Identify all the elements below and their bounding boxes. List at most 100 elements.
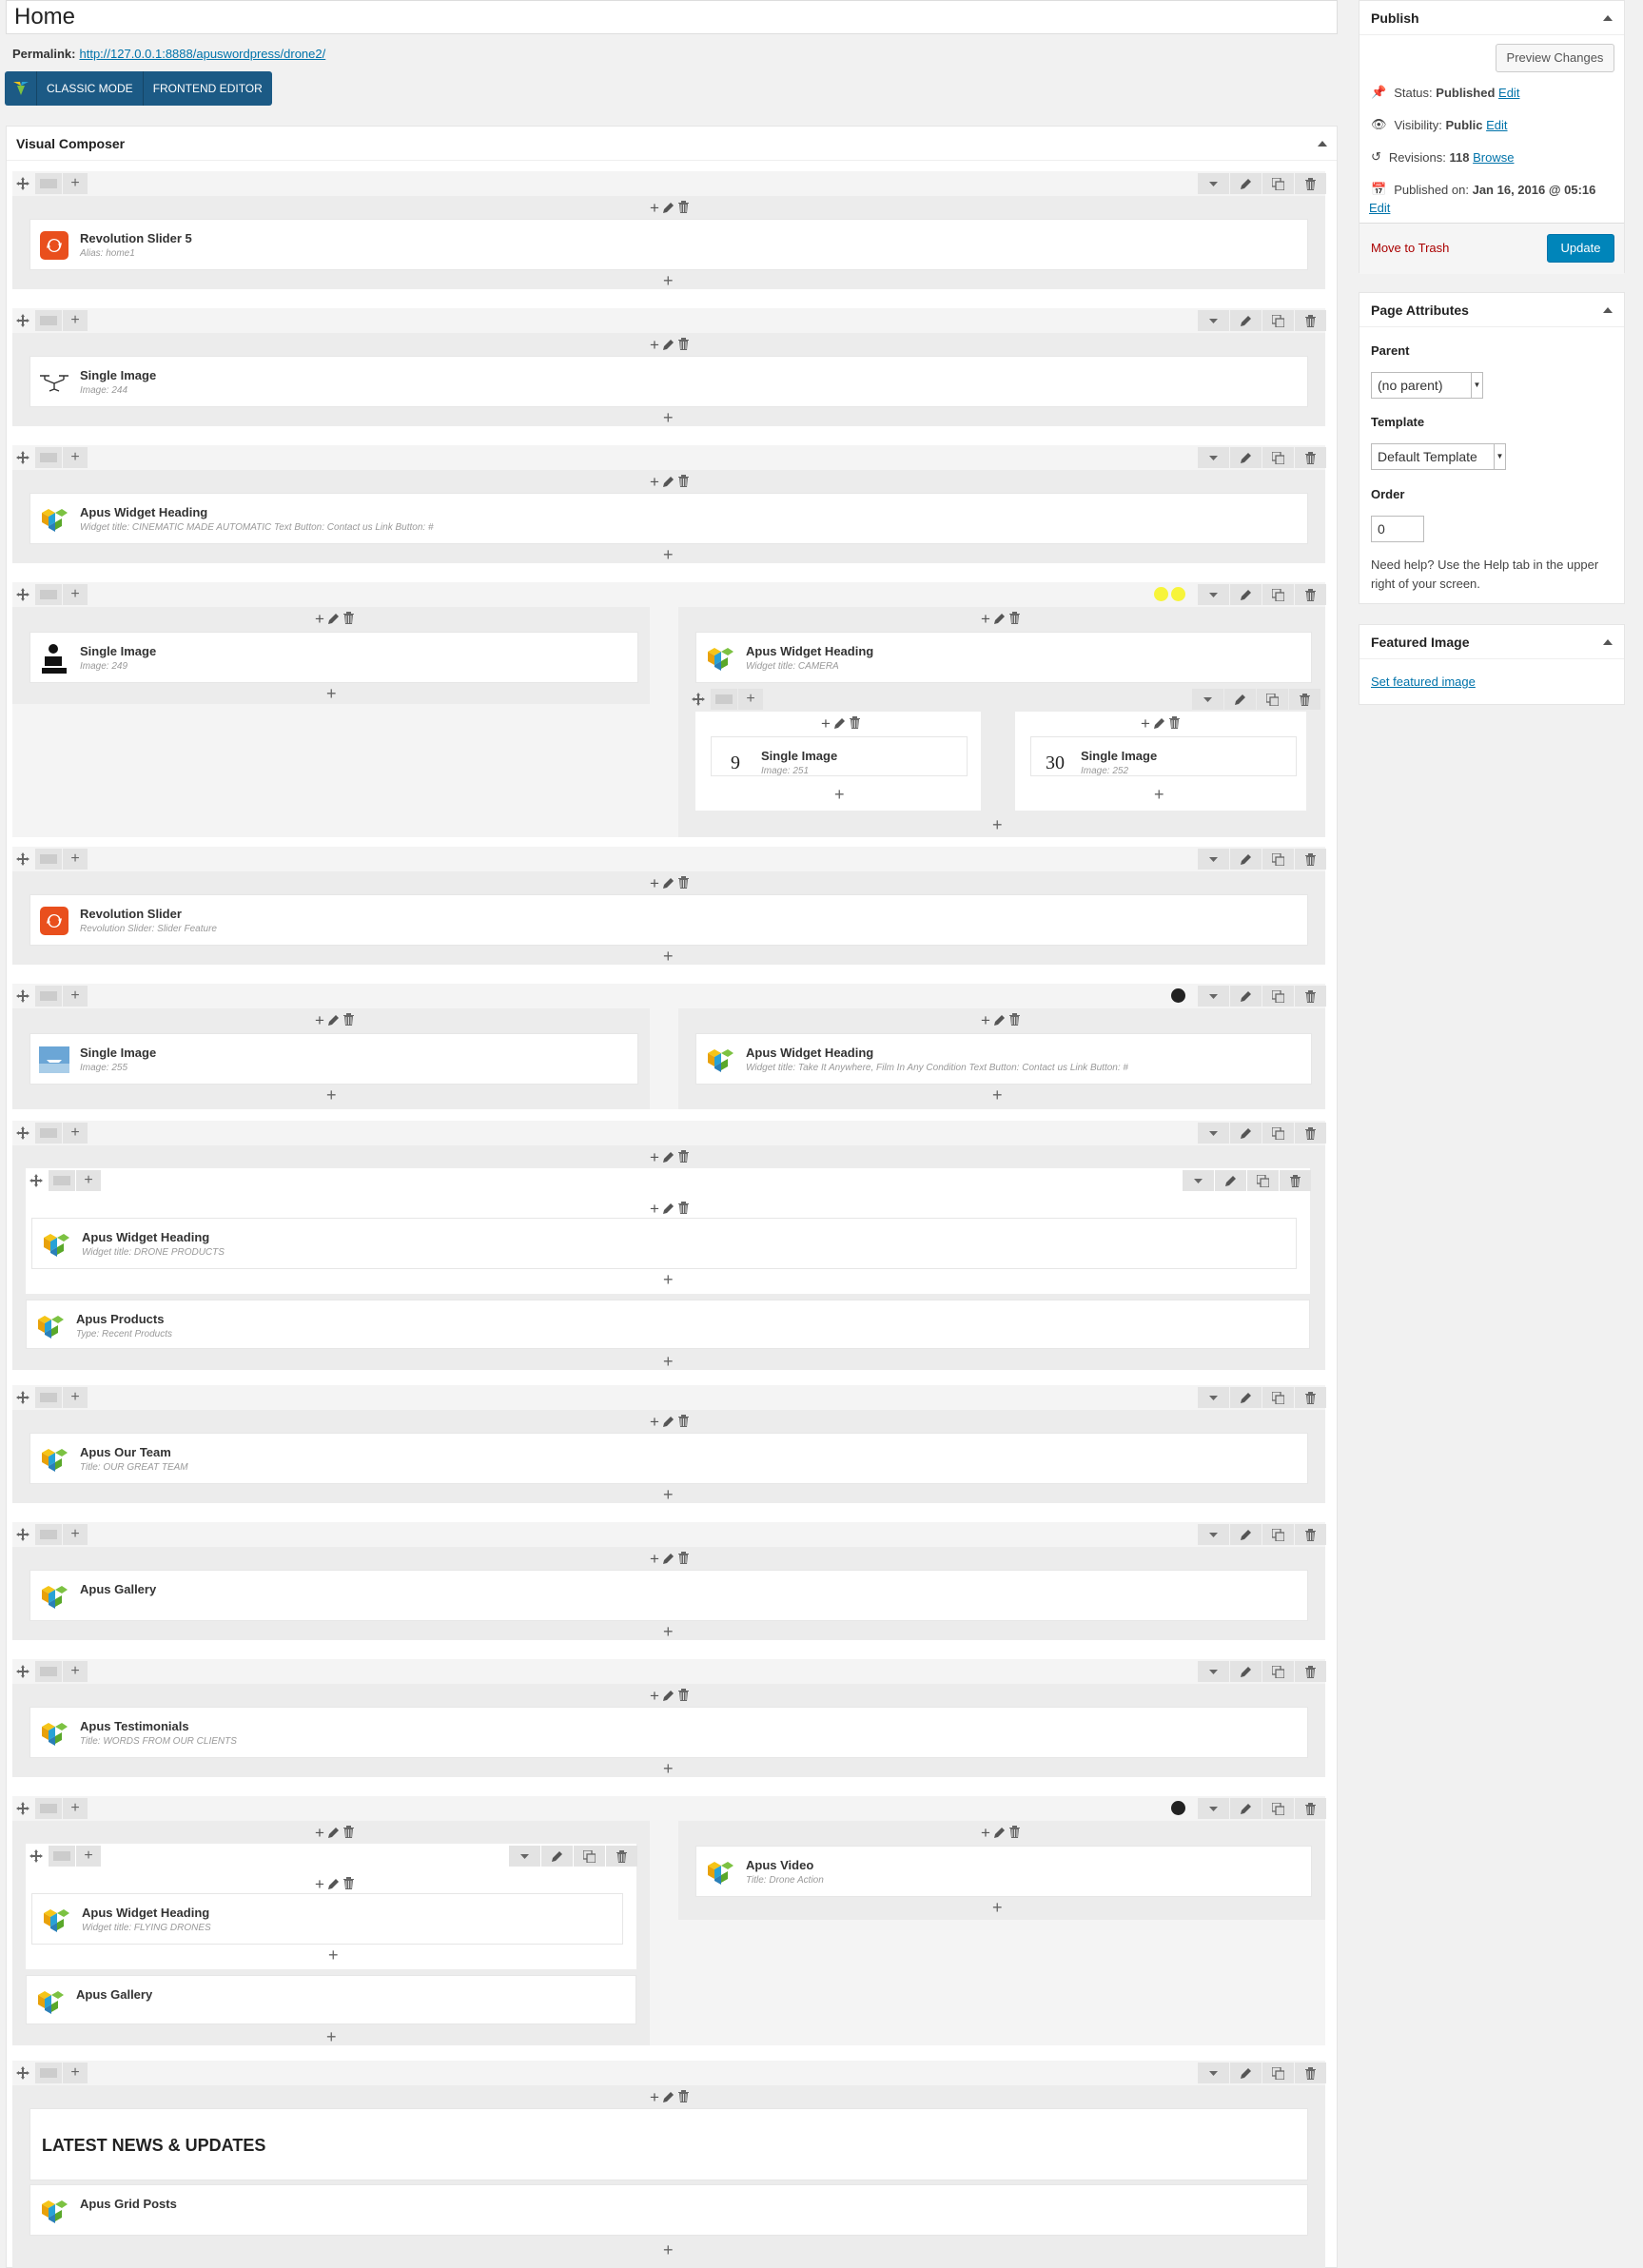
edit-column-icon[interactable] bbox=[327, 1014, 340, 1028]
vc-element[interactable]: Apus Widget Heading Widget title: CAMERA bbox=[695, 632, 1312, 683]
move-icon[interactable] bbox=[16, 2066, 29, 2082]
edit-column-icon[interactable] bbox=[327, 613, 340, 627]
delete-column-icon[interactable] bbox=[1008, 1826, 1020, 1841]
edit-column-icon[interactable] bbox=[993, 613, 1006, 627]
add-column-button[interactable]: + bbox=[76, 1846, 101, 1867]
add-element-button[interactable]: + bbox=[663, 948, 674, 965]
collapse-row-button[interactable] bbox=[1198, 1661, 1229, 1682]
delete-row-button[interactable] bbox=[1289, 689, 1320, 710]
move-icon[interactable] bbox=[16, 588, 29, 604]
edit-row-button[interactable] bbox=[1224, 689, 1256, 710]
add-element-button[interactable]: + bbox=[650, 1551, 659, 1567]
edit-row-button[interactable] bbox=[1215, 1170, 1246, 1191]
delete-row-button[interactable] bbox=[1295, 849, 1326, 870]
delete-column-icon[interactable] bbox=[677, 876, 689, 891]
delete-column-icon[interactable] bbox=[1008, 1013, 1020, 1028]
edit-row-button[interactable] bbox=[1230, 1661, 1262, 1682]
clone-row-button[interactable] bbox=[1262, 1798, 1294, 1819]
clone-row-button[interactable] bbox=[1257, 689, 1288, 710]
add-element-button[interactable]: + bbox=[650, 474, 659, 490]
move-icon[interactable] bbox=[16, 314, 29, 330]
add-column-button[interactable]: + bbox=[738, 689, 763, 710]
edit-column-icon[interactable] bbox=[327, 1827, 340, 1841]
edit-column-icon[interactable] bbox=[662, 2091, 675, 2105]
move-icon[interactable] bbox=[692, 693, 705, 709]
row-layout-button[interactable] bbox=[49, 1170, 75, 1191]
row-layout-button[interactable] bbox=[35, 2063, 62, 2083]
add-element-button[interactable]: + bbox=[650, 1414, 659, 1430]
add-column-button[interactable]: + bbox=[63, 447, 88, 468]
vc-element[interactable]: Revolution Slider 5 Alias: home1 bbox=[29, 219, 1308, 270]
add-element-button[interactable]: + bbox=[650, 875, 659, 891]
delete-column-icon[interactable] bbox=[1168, 716, 1180, 732]
clone-row-button[interactable] bbox=[1262, 173, 1294, 194]
delete-row-button[interactable] bbox=[1295, 447, 1326, 468]
add-element-button[interactable]: + bbox=[650, 200, 659, 216]
vc-element[interactable]: Apus Widget Heading Widget title: CINEMAT… bbox=[29, 493, 1308, 544]
add-element-button[interactable]: + bbox=[650, 1201, 659, 1217]
add-element-button[interactable]: + bbox=[981, 611, 990, 627]
delete-column-icon[interactable] bbox=[342, 612, 354, 627]
edit-column-icon[interactable] bbox=[993, 1827, 1006, 1841]
delete-row-button[interactable] bbox=[1295, 1798, 1326, 1819]
edit-row-button[interactable] bbox=[1230, 310, 1262, 331]
row-layout-button[interactable] bbox=[35, 1123, 62, 1144]
published-edit-link[interactable]: Edit bbox=[1369, 201, 1390, 215]
clone-row-button[interactable] bbox=[1262, 2063, 1294, 2083]
add-element-button[interactable]: + bbox=[663, 1353, 674, 1370]
collapse-row-button[interactable] bbox=[1198, 1798, 1229, 1819]
add-element-button[interactable]: + bbox=[663, 272, 674, 289]
row-layout-button[interactable] bbox=[35, 447, 62, 468]
add-column-button[interactable]: + bbox=[63, 1661, 88, 1682]
vc-element[interactable]: 9 Single Image Image: 251 bbox=[711, 736, 968, 776]
order-input[interactable]: 0 bbox=[1371, 516, 1424, 542]
delete-row-button[interactable] bbox=[1295, 1123, 1326, 1144]
row-layout-button[interactable] bbox=[35, 849, 62, 870]
edit-column-icon[interactable] bbox=[662, 1151, 675, 1165]
delete-column-icon[interactable] bbox=[677, 1689, 689, 1704]
add-element-button[interactable]: + bbox=[992, 1899, 1003, 1916]
add-element-button[interactable]: + bbox=[326, 2028, 337, 2045]
vc-element[interactable]: Revolution Slider Revolution Slider: Slid… bbox=[29, 894, 1308, 946]
add-column-button[interactable]: + bbox=[63, 1123, 88, 1144]
parent-select[interactable]: (no parent) ▼ bbox=[1371, 372, 1483, 399]
edit-row-button[interactable] bbox=[1230, 1387, 1262, 1408]
delete-column-icon[interactable] bbox=[677, 475, 689, 490]
add-element-button[interactable]: + bbox=[315, 1825, 324, 1841]
edit-column-icon[interactable] bbox=[662, 877, 675, 891]
delete-column-icon[interactable] bbox=[677, 201, 689, 216]
add-element-button[interactable]: + bbox=[650, 337, 659, 353]
row-layout-button[interactable] bbox=[711, 689, 737, 710]
edit-row-button[interactable] bbox=[1230, 1798, 1262, 1819]
delete-row-button[interactable] bbox=[1295, 310, 1326, 331]
row-layout-button[interactable] bbox=[49, 1846, 75, 1867]
add-element-button[interactable]: + bbox=[650, 1149, 659, 1165]
vc-element[interactable]: Single Image Image: 249 bbox=[29, 632, 638, 683]
row-layout-button[interactable] bbox=[35, 1798, 62, 1819]
edit-row-button[interactable] bbox=[1230, 1524, 1262, 1545]
row-layout-button[interactable] bbox=[35, 986, 62, 1007]
add-element-button[interactable]: + bbox=[663, 1623, 674, 1640]
page-title-input[interactable]: Home bbox=[6, 0, 1338, 34]
add-element-button[interactable]: + bbox=[992, 1086, 1003, 1104]
delete-column-icon[interactable] bbox=[342, 1877, 354, 1892]
add-column-button[interactable]: + bbox=[63, 1387, 88, 1408]
edit-row-button[interactable] bbox=[1230, 584, 1262, 605]
edit-column-icon[interactable] bbox=[833, 717, 846, 732]
collapse-row-button[interactable] bbox=[509, 1846, 540, 1867]
delete-column-icon[interactable] bbox=[677, 338, 689, 353]
delete-row-button[interactable] bbox=[1295, 1387, 1326, 1408]
vc-element[interactable]: Single Image Image: 255 bbox=[29, 1033, 638, 1085]
collapse-row-button[interactable] bbox=[1198, 447, 1229, 468]
delete-row-button[interactable] bbox=[1295, 986, 1326, 1007]
row-layout-button[interactable] bbox=[35, 1387, 62, 1408]
clone-row-button[interactable] bbox=[1262, 1524, 1294, 1545]
collapse-icon[interactable] bbox=[1603, 306, 1613, 313]
vc-element[interactable]: Apus Gallery bbox=[29, 1570, 1308, 1621]
edit-column-icon[interactable] bbox=[662, 339, 675, 353]
delete-row-button[interactable] bbox=[1295, 173, 1326, 194]
clone-row-button[interactable] bbox=[1262, 986, 1294, 1007]
vc-element[interactable]: Single Image Image: 244 bbox=[29, 356, 1308, 407]
add-element-button[interactable]: + bbox=[650, 1688, 659, 1704]
classic-mode-button[interactable]: CLASSIC MODE bbox=[37, 71, 144, 106]
